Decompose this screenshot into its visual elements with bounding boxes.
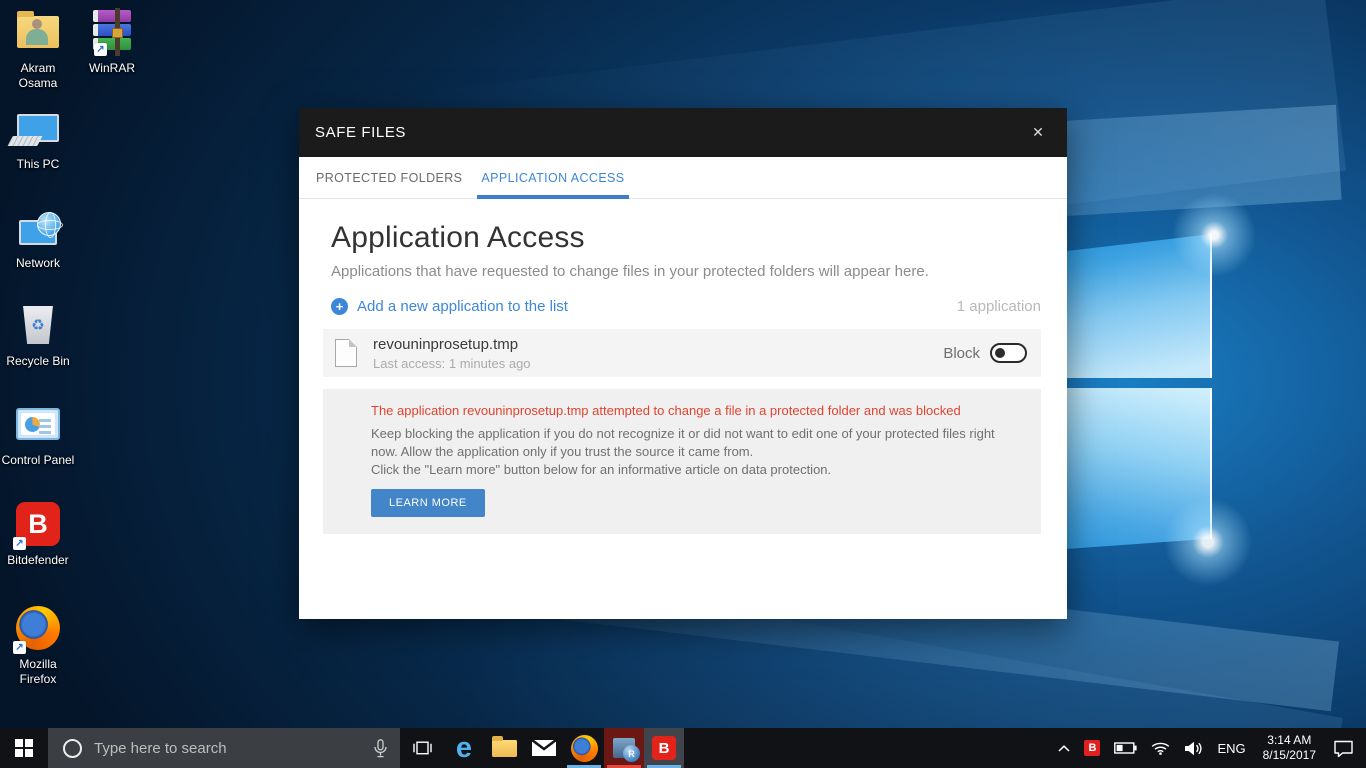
- dialog-header: SAFE FILES ✕: [299, 108, 1067, 157]
- desktop-icon-label: Bitdefender: [7, 553, 68, 568]
- recycle-symbol-icon: ♻: [31, 316, 44, 334]
- taskbar: e R B B: [0, 728, 1366, 768]
- winrar-icon: ↗: [86, 8, 138, 56]
- control-panel-icon: [12, 400, 64, 448]
- close-icon[interactable]: ✕: [1025, 124, 1051, 141]
- dialog-tabbar: PROTECTED FOLDERS APPLICATION ACCESS: [299, 157, 1067, 199]
- desktop-icon-user-folder[interactable]: Akram Osama: [0, 8, 76, 91]
- desktop-icon-label: Mozilla Firefox: [0, 657, 76, 687]
- taskbar-edge-button[interactable]: e: [444, 728, 484, 768]
- task-view-button[interactable]: [400, 728, 444, 768]
- application-last-access: Last access: 1 minutes ago: [373, 356, 531, 371]
- tab-application-access[interactable]: APPLICATION ACCESS: [479, 171, 626, 198]
- search-input[interactable]: [94, 740, 361, 757]
- toggle-knob-icon: [995, 348, 1005, 358]
- windows-logo-top-pane: [1052, 234, 1212, 378]
- page-subtitle: Applications that have requested to chan…: [331, 263, 1041, 280]
- shortcut-arrow-icon: ↗: [13, 537, 26, 550]
- network-icon: [12, 203, 64, 251]
- add-application-row: + Add a new application to the list 1 ap…: [331, 298, 1041, 315]
- windows-logo-bottom-pane: [1052, 388, 1212, 550]
- desktop-icon-bitdefender[interactable]: B ↗ Bitdefender: [0, 500, 76, 568]
- file-explorer-icon: [492, 740, 517, 757]
- taskbar-search[interactable]: [48, 728, 400, 768]
- block-label: Block: [943, 345, 980, 362]
- battery-icon: [1114, 742, 1137, 754]
- desktop-icon-label: Akram Osama: [0, 61, 76, 91]
- task-view-icon: [412, 740, 433, 756]
- tray-clock[interactable]: 3:14 AM 8/15/2017: [1253, 733, 1326, 763]
- tray-volume-button[interactable]: [1177, 728, 1210, 768]
- bitdefender-icon: B: [652, 736, 676, 760]
- chevron-up-icon: [1058, 745, 1070, 752]
- system-tray: B: [1051, 728, 1366, 768]
- taskbar-bitdefender-button[interactable]: B: [644, 728, 684, 768]
- desktop-icon-label: Control Panel: [2, 453, 75, 468]
- taskbar-file-explorer-button[interactable]: [484, 728, 524, 768]
- notification-icon: [1333, 740, 1354, 757]
- taskbar-revo-button[interactable]: R: [604, 728, 644, 768]
- desktop-icon-firefox[interactable]: ↗ Mozilla Firefox: [0, 604, 76, 687]
- desktop-icon-this-pc[interactable]: This PC: [0, 104, 76, 172]
- desktop-icon-recycle-bin[interactable]: ♻ Recycle Bin: [0, 301, 76, 369]
- revo-uninstaller-icon: R: [613, 738, 635, 758]
- application-row[interactable]: revouninprosetup.tmp Last access: 1 minu…: [323, 329, 1041, 377]
- tray-battery-button[interactable]: [1107, 728, 1144, 768]
- recycle-bin-icon: ♻: [12, 301, 64, 349]
- dialog-body: Application Access Applications that hav…: [299, 199, 1067, 534]
- learn-more-button[interactable]: LEARN MORE: [371, 489, 485, 517]
- desktop-icon-label: Recycle Bin: [6, 354, 69, 369]
- desktop-icon-network[interactable]: Network: [0, 203, 76, 271]
- tray-bitdefender-button[interactable]: B: [1077, 728, 1107, 768]
- user-folder-icon: [12, 8, 64, 56]
- desktop-icon-control-panel[interactable]: Control Panel: [0, 400, 76, 468]
- windows-logo-icon: [15, 739, 33, 757]
- clock-time: 3:14 AM: [1267, 733, 1311, 748]
- add-application-link[interactable]: Add a new application to the list: [357, 298, 568, 315]
- file-icon: [335, 339, 357, 367]
- bitdefender-tray-icon: B: [1084, 740, 1100, 756]
- block-control: Block: [943, 343, 1027, 363]
- application-count: 1 application: [957, 298, 1041, 315]
- mail-icon: [532, 740, 556, 756]
- desktop-icon-label: Network: [16, 256, 60, 271]
- tab-protected-folders[interactable]: PROTECTED FOLDERS: [314, 171, 464, 198]
- wifi-icon: [1151, 741, 1170, 755]
- shortcut-arrow-icon: ↗: [94, 43, 107, 56]
- alert-title: The application revouninprosetup.tmp att…: [371, 402, 1017, 420]
- taskbar-mail-button[interactable]: [524, 728, 564, 768]
- speaker-icon: [1184, 741, 1203, 756]
- plus-icon[interactable]: +: [331, 298, 348, 315]
- application-name: revouninprosetup.tmp: [373, 336, 531, 353]
- tray-language-button[interactable]: ENG: [1210, 728, 1252, 768]
- taskbar-firefox-button[interactable]: [564, 728, 604, 768]
- tray-chevron-button[interactable]: [1051, 728, 1077, 768]
- page-title: Application Access: [331, 221, 1041, 255]
- firefox-icon: [571, 735, 598, 762]
- action-center-button[interactable]: [1326, 728, 1366, 768]
- clock-date: 8/15/2017: [1263, 748, 1316, 763]
- alert-body-2: Click the "Learn more" button below for …: [371, 461, 1003, 479]
- blocked-alert-panel: The application revouninprosetup.tmp att…: [323, 389, 1041, 534]
- this-pc-icon: [12, 104, 64, 152]
- language-label: ENG: [1217, 741, 1245, 756]
- start-button[interactable]: [0, 728, 48, 768]
- microphone-icon: [374, 739, 387, 758]
- application-meta: revouninprosetup.tmp Last access: 1 minu…: [373, 336, 531, 371]
- block-toggle[interactable]: [990, 343, 1027, 363]
- edge-icon: e: [456, 734, 472, 763]
- safe-files-dialog: SAFE FILES ✕ PROTECTED FOLDERS APPLICATI…: [299, 108, 1067, 619]
- cortana-icon: [63, 739, 82, 758]
- dialog-title: SAFE FILES: [315, 124, 406, 141]
- shortcut-arrow-icon: ↗: [13, 641, 26, 654]
- screen: Akram Osama ↗ WinRAR This PC Network ♻ R…: [0, 0, 1366, 768]
- desktop-icon-winrar[interactable]: ↗ WinRAR: [74, 8, 150, 76]
- desktop-icon-label: WinRAR: [89, 61, 135, 76]
- desktop-icon-label: This PC: [17, 157, 60, 172]
- firefox-icon: ↗: [12, 604, 64, 652]
- tray-wifi-button[interactable]: [1144, 728, 1177, 768]
- bitdefender-icon: B ↗: [12, 500, 64, 548]
- alert-body: Keep blocking the application if you do …: [371, 425, 1003, 461]
